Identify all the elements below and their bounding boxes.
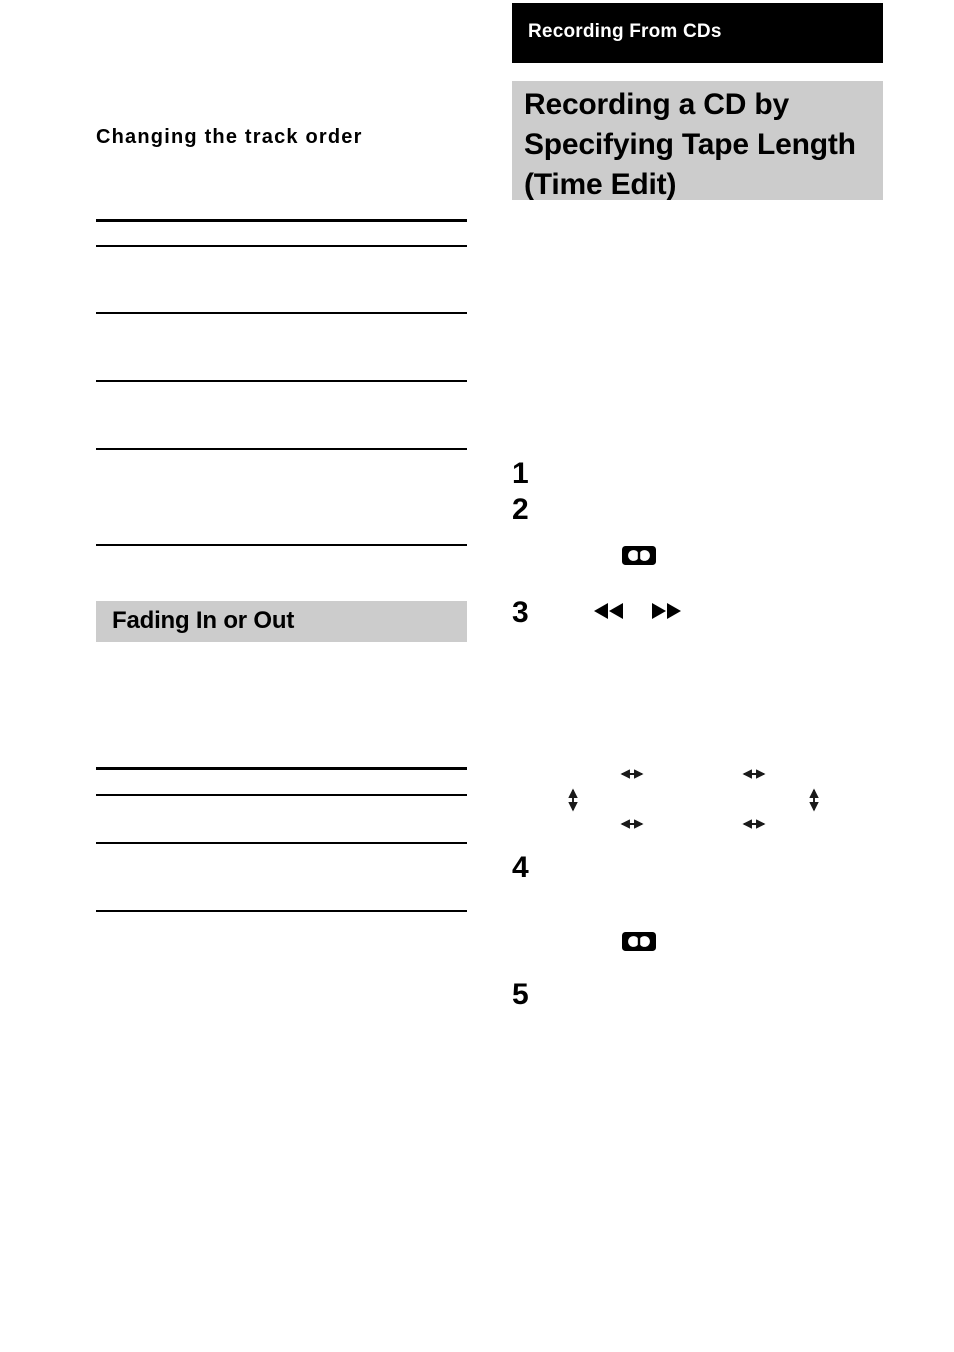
table-rule-bottom bbox=[96, 544, 467, 546]
table-rule-top-header bbox=[96, 219, 467, 222]
procedure-step-number-2: 2 bbox=[512, 493, 529, 526]
section-title-line-2: Specifying Tape Length bbox=[524, 128, 856, 161]
section-title-line-1: Recording a CD by bbox=[524, 88, 789, 121]
section-title: Recording a CD by Specifying Tape Length… bbox=[524, 85, 876, 205]
table-rule bbox=[96, 448, 467, 450]
procedure-step-number-4: 4 bbox=[512, 851, 529, 884]
left-column-subhead: Changing the track order bbox=[96, 126, 363, 148]
fast-forward-icon bbox=[650, 602, 684, 620]
rewind-icon bbox=[592, 602, 626, 620]
fading-section-heading-label: Fading In or Out bbox=[112, 607, 295, 634]
table-rule bbox=[96, 380, 467, 382]
procedure-step-number-1: 1 bbox=[512, 457, 529, 490]
table2-rule bbox=[96, 794, 467, 796]
running-head-label: Recording From CDs bbox=[528, 21, 722, 42]
cassette-tape-icon bbox=[622, 932, 656, 951]
cassette-tape-icon bbox=[622, 546, 656, 565]
section-title-box: Recording a CD by Specifying Tape Length… bbox=[512, 81, 883, 201]
table2-rule-top-header bbox=[96, 767, 467, 770]
section-title-line-3: (Time Edit) bbox=[524, 168, 677, 201]
navigation-cycle-diagram bbox=[540, 752, 860, 848]
procedure-step-number-3: 3 bbox=[512, 596, 529, 629]
table-rule bbox=[96, 245, 467, 247]
fading-section-heading-box: Fading In or Out bbox=[96, 601, 467, 642]
manual-page: Recording From CDs Recording a CD by Spe… bbox=[0, 0, 954, 1352]
table2-rule bbox=[96, 842, 467, 844]
table2-rule-bottom bbox=[96, 910, 467, 912]
procedure-step-number-5: 5 bbox=[512, 978, 529, 1011]
running-head-bar: Recording From CDs bbox=[512, 3, 883, 63]
table-rule bbox=[96, 312, 467, 314]
